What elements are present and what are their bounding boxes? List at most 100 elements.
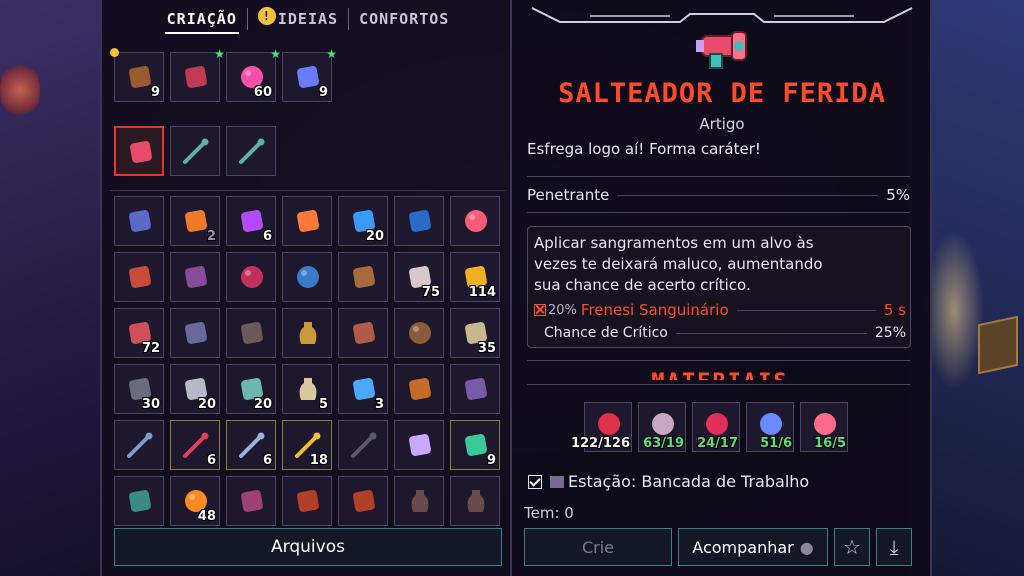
inventory-slot[interactable] [226,308,276,358]
inventory-slot[interactable] [114,252,164,302]
inventory-slot[interactable] [338,252,388,302]
inventory-slot[interactable] [338,308,388,358]
lantern-glow [0,60,40,120]
tab-ideias[interactable]: ! IDEIAS [248,6,348,29]
station-toggle[interactable]: Estação: Bancada de Trabalho [528,472,809,491]
rose-icon [181,62,211,92]
inventory-slot[interactable] [170,308,220,358]
spear-icon [125,430,155,460]
favorite-button[interactable]: ☆ [834,528,870,566]
inventory-slot[interactable] [338,420,388,470]
inventory-slot[interactable] [282,196,332,246]
inventory-slot[interactable]: 75 [394,252,444,302]
inventory-slot[interactable] [282,308,332,358]
item-flavor-text: Esfrega logo aí! Forma caráter! [527,140,761,158]
inventory-slot[interactable] [170,252,220,302]
sword-icon [181,136,211,166]
inventory-slot[interactable] [394,476,444,526]
leader-line [736,309,876,311]
material-slot[interactable]: 16/5 [800,402,848,452]
material-slot[interactable]: 24/17 [692,402,740,452]
snowflake-icon [405,430,435,460]
effect-row: 20% Frenesi Sanguinário 5 s [534,301,906,319]
inventory-slot[interactable]: 9 [110,48,164,102]
owned-count: Tem: 0 [524,504,574,522]
item-detail-panel: SALTEADOR DE FERIDA Artigo Esfrega logo … [512,0,932,576]
item-count: 9 [486,453,496,468]
crate-prop [978,315,1018,375]
tab-criacao[interactable]: CRIAÇÃO [157,10,247,34]
inventory-slot[interactable]: 6 [226,420,276,470]
item-title: SALTEADOR DE FERIDA [558,78,886,109]
inventory-slot[interactable] [282,252,332,302]
gift-box-icon [349,262,379,292]
blue-crystal-icon [756,409,786,439]
pink-blob-icon [461,206,491,236]
material-slot[interactable]: 63/19 [638,402,686,452]
bundle-icon [237,486,267,516]
staff-icon [349,430,379,460]
inventory-slot[interactable] [114,126,164,176]
inventory-slot[interactable]: 6 [170,420,220,470]
inventory-slot[interactable]: 2 [170,196,220,246]
craft-button[interactable]: Crie [524,528,672,566]
inventory-slot[interactable] [394,364,444,414]
inventory-slot[interactable]: 3 [338,364,388,414]
inventory-slot[interactable] [450,476,500,526]
inventory-slot[interactable]: 9 [450,420,500,470]
inventory-slot[interactable] [282,476,332,526]
item-count: 6 [262,229,272,244]
chest-icon [293,486,323,516]
inventory-slot[interactable]: 6 [226,196,276,246]
inventory-slot[interactable]: 5 [282,364,332,414]
sword-icon [237,136,267,166]
inventory-slot[interactable] [394,420,444,470]
item-count: 2 [206,229,216,244]
inventory-slot[interactable]: ★ [170,47,225,102]
inventory-slot[interactable] [114,196,164,246]
inventory-slot[interactable] [226,476,276,526]
lightbulb-icon: ● [799,537,814,557]
stat-label: Penetrante [527,186,610,204]
track-button[interactable]: Acompanhar ● [678,528,828,566]
inventory-slot[interactable]: 60 ★ [226,47,281,102]
inventory-slot[interactable]: 20 [338,196,388,246]
effect-chance: 20% [548,302,577,318]
chest-icon [349,486,379,516]
item-count: 60 [253,85,272,100]
item-count: 3 [374,397,384,412]
inventory-slot[interactable] [114,476,164,526]
flame-icon [293,206,323,236]
inventory-slot[interactable] [450,196,500,246]
inventory-slot[interactable] [226,126,276,176]
inventory-slot[interactable] [394,308,444,358]
inventory-slot[interactable] [170,126,220,176]
inventory-slot[interactable] [226,252,276,302]
material-quantity: 122/126 [570,436,630,451]
inventory-slot[interactable]: 9 ★ [282,47,337,102]
checkbox-icon[interactable] [528,474,542,489]
download-button[interactable]: ⤓ [876,528,912,566]
inventory-slot[interactable]: 114 [450,252,500,302]
archives-button[interactable]: Arquivos [114,528,502,566]
inventory-slot[interactable]: 35 [450,308,500,358]
inventory-slot[interactable]: 30 [114,364,164,414]
inventory-slot[interactable]: 18 [282,420,332,470]
item-type: Artigo [699,115,745,133]
inventory-slot[interactable] [338,476,388,526]
inventory-slot[interactable] [394,196,444,246]
inventory-slot[interactable] [114,420,164,470]
tab-confortos[interactable]: CONFORTOS [349,10,459,28]
material-slot[interactable]: 122/126 [571,402,632,452]
inventory-slot[interactable]: 20 [226,364,276,414]
shield-potion-icon [293,318,323,348]
inventory-slot[interactable]: 20 [170,364,220,414]
blue-panel-icon [405,206,435,236]
inventory-slot[interactable]: 48 [170,476,220,526]
item-count: 9 [318,85,328,100]
material-quantity: 16/5 [814,436,846,451]
download-icon: ⤓ [889,535,899,559]
inventory-slot[interactable]: 72 [114,308,164,358]
material-slot[interactable]: 51/6 [746,402,794,452]
inventory-slot[interactable] [450,364,500,414]
